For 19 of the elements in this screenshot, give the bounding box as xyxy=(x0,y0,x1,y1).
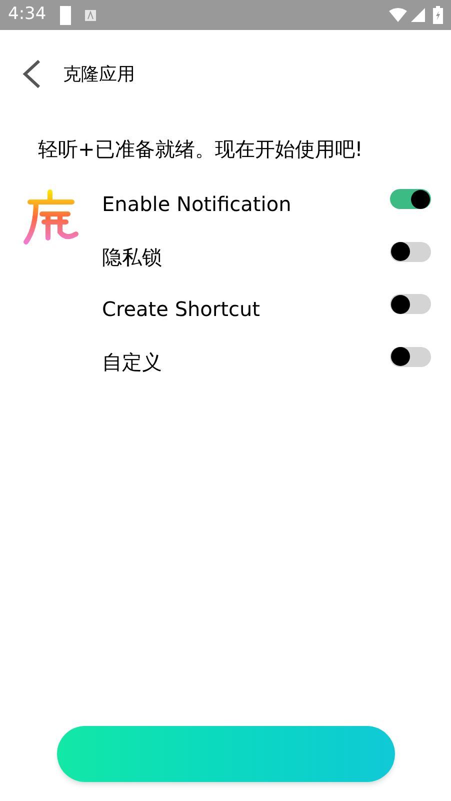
signal-icon xyxy=(411,8,425,22)
notification-icon xyxy=(85,10,96,20)
toggle-switch[interactable] xyxy=(390,189,431,210)
sim-icon xyxy=(60,6,72,24)
wifi-icon xyxy=(389,8,407,22)
toggle-switch[interactable] xyxy=(390,294,431,314)
battery-icon xyxy=(433,6,443,24)
option-label: 自定义 xyxy=(102,348,162,376)
option-label: Create Shortcut xyxy=(102,296,260,324)
option-label: Enable Notification xyxy=(102,191,292,218)
ready-message: 轻听+已准备就绪。现在开始使用吧! xyxy=(38,137,363,161)
start-button[interactable] xyxy=(56,726,394,782)
status-time: 4:34 xyxy=(8,3,46,26)
header-title: 克隆应用 xyxy=(63,62,135,86)
app-icon xyxy=(22,188,80,246)
option-label: 隐私锁 xyxy=(102,244,162,271)
toggle-switch[interactable] xyxy=(390,242,431,262)
toggle-switch[interactable] xyxy=(390,346,431,367)
back-icon[interactable] xyxy=(20,59,42,89)
